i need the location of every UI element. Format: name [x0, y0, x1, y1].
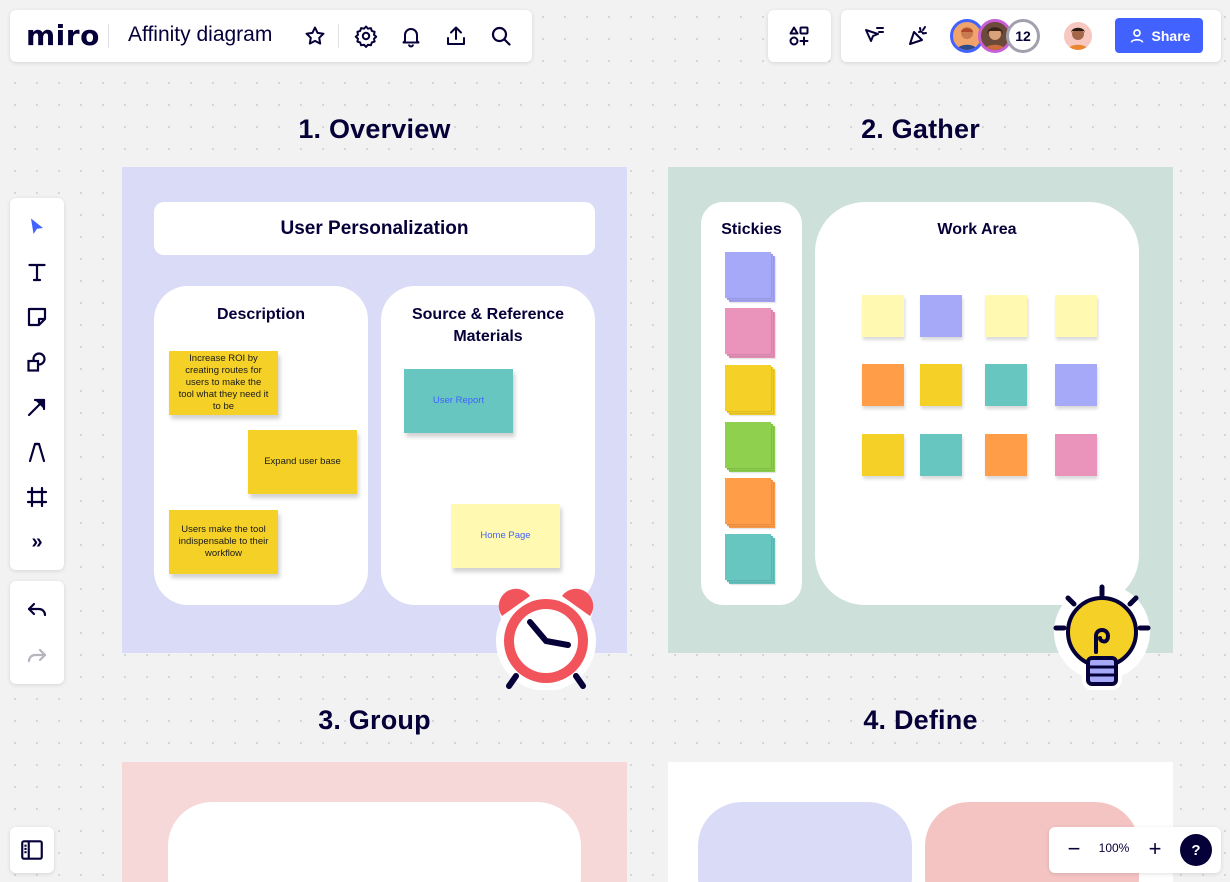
stickies-label: Stickies [701, 219, 802, 241]
zoom-level[interactable]: 100% [1093, 841, 1135, 855]
star-icon[interactable] [298, 19, 332, 53]
sources-title: Source & Reference Materials [381, 304, 595, 348]
shapes-tool[interactable] [20, 345, 54, 379]
undo-icon[interactable] [20, 593, 54, 627]
group-card[interactable] [168, 802, 581, 882]
sticky-stack-pink[interactable] [725, 308, 775, 358]
history-toolbar [10, 581, 64, 684]
lightbulb-sticker[interactable] [1046, 584, 1158, 692]
redo-icon[interactable] [20, 639, 54, 673]
sticky-stack-orange[interactable] [725, 478, 775, 528]
sidebar-panel-icon [19, 837, 45, 863]
sticky-note[interactable] [862, 364, 904, 406]
reactions-cursor-icon[interactable] [857, 19, 891, 53]
current-user-avatar[interactable] [1061, 19, 1095, 53]
gear-icon[interactable] [349, 19, 383, 53]
miro-logo[interactable]: miro [26, 19, 100, 52]
frames-panel-button[interactable] [10, 827, 54, 873]
sticky-note[interactable]: Users make the tool indispensable to the… [169, 510, 278, 574]
person-icon [1128, 27, 1146, 45]
sticky-note[interactable] [920, 434, 962, 476]
frame-title-overview[interactable]: 1. Overview [122, 114, 627, 145]
overview-banner[interactable]: User Personalization [154, 202, 595, 255]
sticky-note[interactable] [862, 434, 904, 476]
select-tool[interactable] [20, 210, 54, 244]
header-divider [108, 24, 109, 48]
frame-title-define[interactable]: 4. Define [668, 705, 1173, 736]
more-tools-label: » [31, 531, 42, 554]
more-tools[interactable]: » [20, 525, 54, 559]
apps-panel [768, 10, 831, 62]
zoom-out-button[interactable]: − [1061, 835, 1087, 863]
zoom-controls: − 100% + ? [1049, 827, 1221, 873]
sticky-note[interactable]: Increase ROI by creating routes for user… [169, 351, 278, 415]
sticky-note[interactable]: Expand user base [248, 430, 357, 494]
sticky-note[interactable] [985, 295, 1027, 337]
zoom-in-button[interactable]: + [1142, 835, 1168, 863]
text-tool[interactable] [20, 255, 54, 289]
share-button[interactable]: Share [1115, 18, 1203, 53]
work-area-label: Work Area [815, 219, 1139, 241]
sticky-stack-teal[interactable] [725, 534, 775, 584]
sticky-note[interactable]: Home Page [451, 504, 560, 568]
sticky-note[interactable] [985, 434, 1027, 476]
banner-title: User Personalization [281, 218, 469, 240]
collaboration-panel: 12 Share [841, 10, 1221, 62]
define-card-blue[interactable] [698, 802, 912, 882]
sticky-stack-yellow[interactable] [725, 365, 775, 415]
header-divider [338, 24, 339, 48]
frame-tool[interactable] [20, 480, 54, 514]
sticky-note[interactable]: User Report [404, 369, 513, 433]
sticky-note[interactable] [1055, 295, 1097, 337]
sticky-note[interactable] [1055, 364, 1097, 406]
connection-line-tool[interactable] [20, 390, 54, 424]
alarm-clock-sticker[interactable] [488, 584, 604, 690]
apps-icon[interactable] [782, 19, 816, 53]
creation-toolbar: » [10, 198, 64, 570]
frame-title-gather[interactable]: 2. Gather [668, 114, 1173, 145]
help-button[interactable]: ? [1180, 834, 1212, 866]
sticky-note[interactable] [920, 364, 962, 406]
frame-overview[interactable]: User Personalization Description Increas… [122, 167, 627, 653]
sticky-note-tool[interactable] [20, 300, 54, 334]
board-title[interactable]: Affinity diagram [128, 23, 272, 47]
help-label: ? [1191, 842, 1200, 859]
sticky-note[interactable] [985, 364, 1027, 406]
sticky-note[interactable] [920, 295, 962, 337]
pen-tool[interactable] [20, 435, 54, 469]
frame-group[interactable] [122, 762, 627, 882]
board-header: miro Affinity diagram [10, 10, 532, 62]
upload-icon[interactable] [439, 19, 473, 53]
sticky-stack-green[interactable] [725, 422, 775, 472]
sticky-stack-blue[interactable] [725, 252, 775, 302]
share-label: Share [1152, 28, 1191, 44]
search-icon[interactable] [484, 19, 518, 53]
description-title: Description [154, 304, 368, 326]
sticky-note[interactable] [1055, 434, 1097, 476]
frame-gather[interactable]: Stickies Work Area [668, 167, 1173, 653]
collaborators-count: 12 [1015, 28, 1031, 44]
collaborators-count-badge[interactable]: 12 [1006, 19, 1040, 53]
party-popper-icon[interactable] [901, 19, 935, 53]
frame-title-group[interactable]: 3. Group [122, 705, 627, 736]
bell-icon[interactable] [394, 19, 428, 53]
sticky-note[interactable] [862, 295, 904, 337]
